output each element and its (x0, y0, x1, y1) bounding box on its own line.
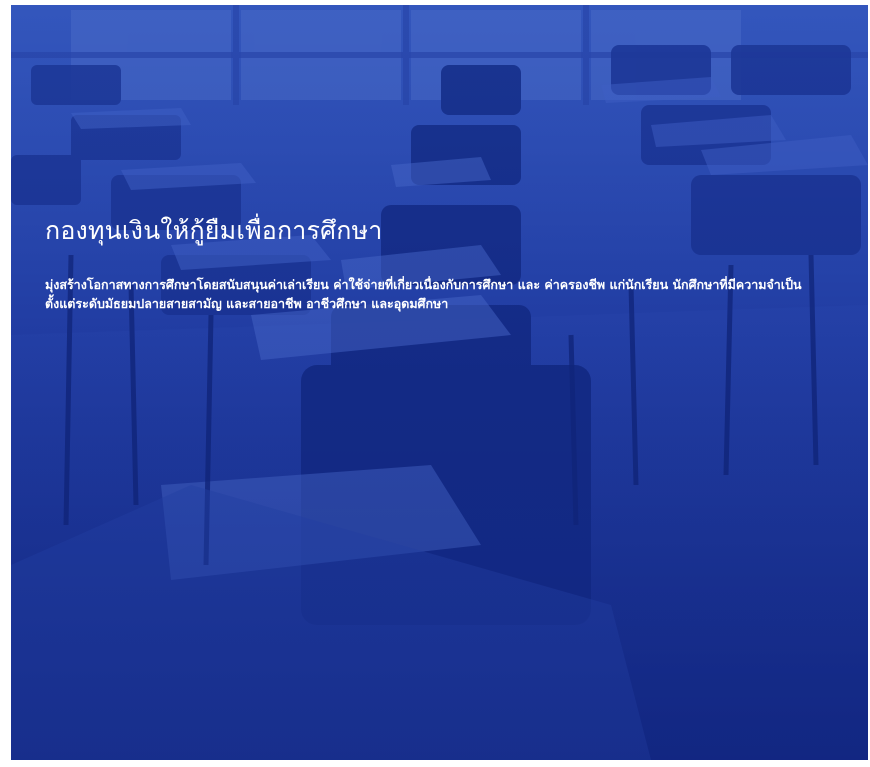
hero-banner: กองทุนเงินให้กู้ยืมเพื่อการศึกษา มุ่งสร้… (11, 5, 868, 760)
page: กองทุนเงินให้กู้ยืมเพื่อการศึกษา มุ่งสร้… (0, 0, 870, 767)
hero-title: กองทุนเงินให้กู้ยืมเพื่อการศึกษา (45, 216, 383, 245)
hero-content: กองทุนเงินให้กู้ยืมเพื่อการศึกษา มุ่งสร้… (45, 211, 845, 313)
hero-description: มุ่งสร้างโอกาสทางการศึกษาโดยสนับสนุนค่าเ… (45, 277, 802, 311)
hero-overlay (11, 5, 868, 760)
